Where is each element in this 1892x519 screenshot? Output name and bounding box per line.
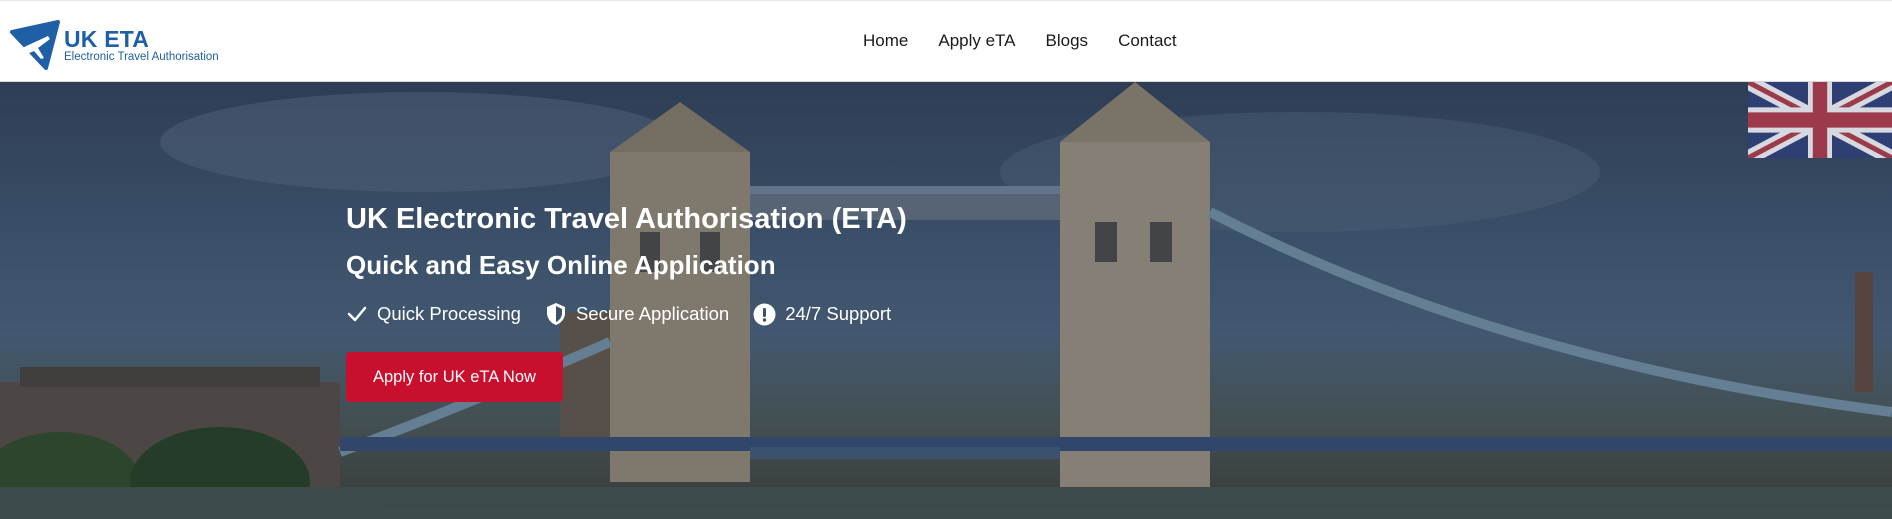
main-nav: Home Apply eTA Blogs Contact [863,31,1207,51]
feature-label: 24/7 Support [785,303,892,324]
shield-icon [546,303,565,325]
brand-name: UK ETA [64,25,150,52]
hero-section: UK Electronic Travel Authorisation (ETA)… [0,82,1892,519]
feature-label: Quick Processing [377,303,521,324]
union-jack-flag-icon [1748,82,1892,158]
nav-home[interactable]: Home [863,31,908,51]
hero-content: UK Electronic Travel Authorisation (ETA)… [346,202,915,402]
feature-label: Secure Application [575,303,730,324]
feature-quick-processing: Quick Processing [346,303,521,325]
feature-secure-application: Secure Application [545,302,729,326]
apply-now-button[interactable]: Apply for UK eTA Now [346,352,563,402]
hero-overlay [0,82,1892,519]
feature-24-7-support: 24/7 Support [753,303,891,326]
nav-contact[interactable]: Contact [1118,31,1177,51]
hero-subtitle: Quick and Easy Online Application [346,250,776,280]
nav-blogs[interactable]: Blogs [1046,31,1089,51]
brand-tagline: Electronic Travel Authorisation [64,50,219,63]
check-icon [347,306,367,322]
feature-list: Quick Processing Secure Application 24/7… [346,302,915,326]
hero-title: UK Electronic Travel Authorisation (ETA) [346,203,907,235]
site-header: UK ETA Electronic Travel Authorisation H… [0,0,1892,82]
nav-apply-eta[interactable]: Apply eTA [938,31,1015,51]
logo[interactable]: UK ETA Electronic Travel Authorisation [8,17,238,73]
exclamation-circle-icon [753,303,776,325]
plane-logo-icon [10,20,60,70]
